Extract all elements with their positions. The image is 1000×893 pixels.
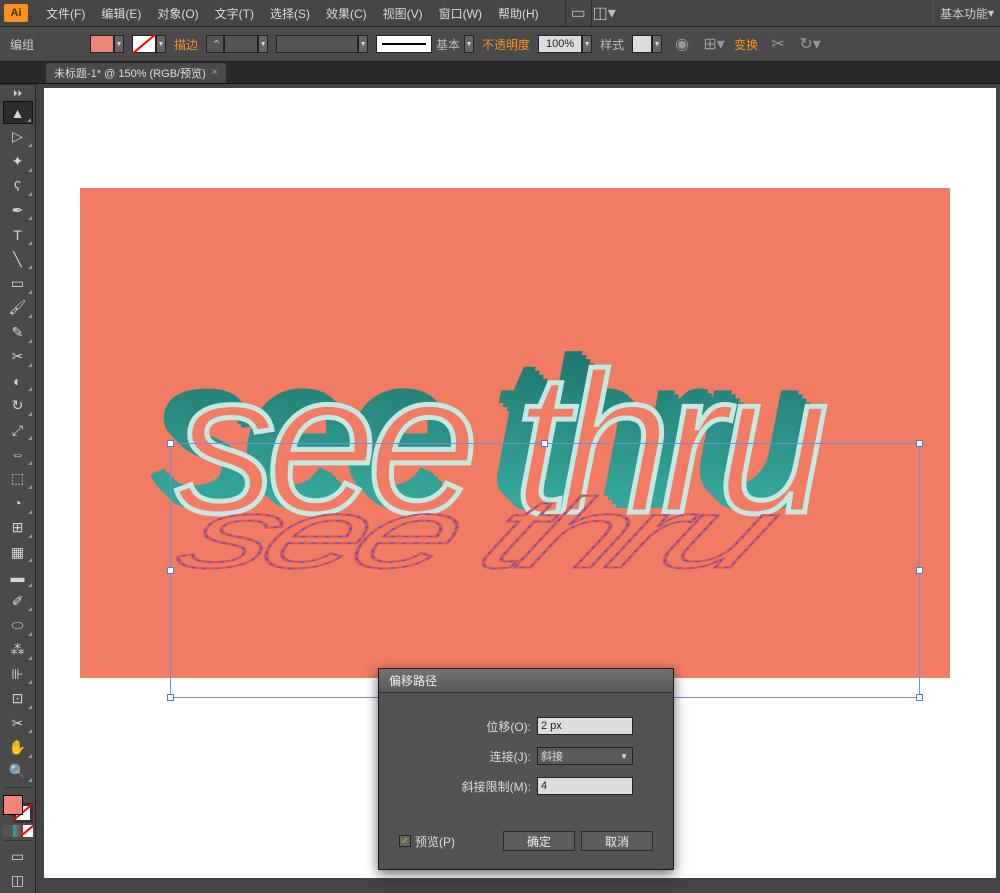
direct-selection-tool[interactable]: ▷ — [3, 126, 33, 148]
brush-preview[interactable] — [376, 35, 432, 53]
join-label: 连接(J): — [490, 748, 531, 765]
ok-button[interactable]: 确定 — [503, 831, 575, 851]
workspace-switcher[interactable]: 基本功能 ▾ — [933, 0, 1000, 26]
rectangle-tool[interactable]: ▭ — [3, 272, 33, 294]
menu-view[interactable]: 视图(V) — [375, 0, 431, 26]
magic-wand-tool[interactable]: ✦ — [3, 150, 33, 172]
tool-divider-2 — [4, 840, 32, 841]
artboard-tool[interactable]: ⊡ — [3, 687, 33, 709]
mesh-tool[interactable]: ▦ — [3, 541, 33, 563]
variable-width-profile[interactable] — [276, 35, 358, 53]
tool-palette: ⏵⏵ ▲ ▷ ✦ ʕ ✒ T ╲ ▭ 🖌 ✎ ✂ ◐ ↻ ⤢ ⇔ ⬚ ◔ ⊞ ▦… — [0, 85, 36, 893]
document-tab[interactable]: 未标题-1* @ 150% (RGB/预览) × — [46, 63, 226, 83]
menu-file[interactable]: 文件(F) — [38, 0, 93, 26]
scale-tool[interactable]: ⤢ — [3, 419, 33, 441]
isolate-icon[interactable]: ✂ — [766, 32, 790, 56]
paintbrush-tool[interactable]: 🖌 — [3, 297, 33, 319]
pen-tool[interactable]: ✒ — [3, 199, 33, 221]
arrange-icon[interactable]: ◫▾ — [591, 0, 617, 26]
menu-edit[interactable]: 编辑(E) — [93, 0, 149, 26]
align-icon[interactable]: ⊞▾ — [702, 32, 726, 56]
style-dropdown[interactable]: ▼ — [652, 35, 662, 53]
stroke-weight-dropdown[interactable]: ▼ — [258, 35, 268, 53]
menu-type[interactable]: 文字(T) — [207, 0, 262, 26]
fill-stroke-control[interactable] — [3, 795, 33, 823]
expand-tools-icon[interactable]: ⏵⏵ — [3, 88, 33, 99]
style-label: 样式 — [600, 36, 624, 53]
brush-dropdown[interactable]: ▼ — [464, 35, 474, 53]
symbol-sprayer-tool[interactable]: ⁂ — [3, 639, 33, 661]
eraser-tool[interactable]: ◐ — [3, 370, 33, 392]
slice-tool[interactable]: ✂ — [3, 712, 33, 734]
eyedropper-tool[interactable]: ✐ — [3, 590, 33, 612]
dialog-title: 偏移路径 — [379, 669, 673, 693]
app-logo: Ai — [4, 4, 28, 22]
menu-window[interactable]: 窗口(W) — [431, 0, 490, 26]
free-transform-tool[interactable]: ⬚ — [3, 468, 33, 490]
layout-icon[interactable]: ▭ — [565, 0, 591, 26]
offset-input[interactable] — [537, 717, 633, 735]
vwp-dropdown[interactable]: ▼ — [358, 35, 368, 53]
offset-label: 位移(O): — [486, 718, 531, 735]
brush-label: 基本 — [436, 36, 460, 53]
lasso-tool[interactable]: ʕ — [3, 175, 33, 197]
blend-tool[interactable]: ⬭ — [3, 614, 33, 636]
context-label: 编组 — [10, 36, 34, 53]
perspective-grid-tool[interactable]: ⊞ — [3, 517, 33, 539]
close-icon[interactable]: × — [212, 67, 218, 78]
fill-swatch[interactable] — [90, 35, 114, 53]
line-tool[interactable]: ╲ — [3, 248, 33, 270]
menu-select[interactable]: 选择(S) — [262, 0, 318, 26]
shape-builder-tool[interactable]: ◔ — [3, 492, 33, 514]
menu-help[interactable]: 帮助(H) — [490, 0, 547, 26]
selection-bounding-box[interactable] — [170, 443, 920, 698]
width-tool[interactable]: ⇔ — [3, 443, 33, 465]
screen-mode-normal[interactable]: ▭ — [3, 845, 33, 867]
join-select[interactable]: 斜接▼ — [537, 747, 633, 765]
menu-bar: Ai 文件(F) 编辑(E) 对象(O) 文字(T) 选择(S) 效果(C) 视… — [0, 0, 1000, 26]
zoom-tool[interactable]: 🔍 — [3, 761, 33, 783]
recolor-icon[interactable]: ◉ — [670, 32, 694, 56]
hand-tool[interactable]: ✋ — [3, 736, 33, 758]
offset-path-dialog: 偏移路径 位移(O): 连接(J): 斜接▼ 斜接限制(M): ✓ 预览(P) … — [378, 668, 674, 870]
control-bar: 编组 ▼ ▼ 描边 ⌃ ▼ ▼ 基本 ▼ 不透明度 100% ▼ 样式 ▼ ◉ … — [0, 26, 1000, 62]
menu-object[interactable]: 对象(O) — [149, 0, 206, 26]
cancel-button[interactable]: 取消 — [581, 831, 653, 851]
miter-input[interactable] — [537, 777, 633, 795]
fill-dropdown[interactable]: ▼ — [114, 35, 124, 53]
type-tool[interactable]: T — [3, 223, 33, 245]
stroke-label[interactable]: 描边 — [174, 36, 198, 53]
document-tab-title: 未标题-1* @ 150% (RGB/预览) — [54, 65, 206, 81]
rotate-tool[interactable]: ↻ — [3, 394, 33, 416]
extra-icon[interactable]: ↻▾ — [798, 32, 822, 56]
color-mode-toggle[interactable] — [3, 825, 33, 837]
stroke-weight-input[interactable]: ⌃ — [206, 35, 224, 53]
stroke-dropdown[interactable]: ▼ — [156, 35, 166, 53]
style-swatch[interactable] — [632, 35, 652, 53]
transform-label[interactable]: 变换 — [734, 36, 758, 53]
fill-color-icon[interactable] — [3, 795, 23, 815]
miter-label: 斜接限制(M): — [462, 778, 531, 795]
pencil-tool[interactable]: ✎ — [3, 321, 33, 343]
selection-tool[interactable]: ▲ — [3, 101, 33, 124]
preview-checkbox[interactable]: ✓ — [399, 835, 411, 847]
tool-divider — [4, 787, 32, 788]
opacity-dropdown[interactable]: ▼ — [582, 35, 592, 53]
gradient-tool[interactable]: ▬ — [3, 565, 33, 587]
stroke-swatch[interactable] — [132, 35, 156, 53]
opacity-value[interactable]: 100% — [538, 35, 582, 53]
column-graph-tool[interactable]: ⊪ — [3, 663, 33, 685]
screen-mode-full[interactable]: ◫ — [3, 870, 33, 892]
artboard[interactable]: see thru see thru see thru see thru see … — [80, 188, 950, 678]
opacity-label[interactable]: 不透明度 — [482, 36, 530, 53]
preview-label: 预览(P) — [415, 833, 497, 850]
document-tab-bar: 未标题-1* @ 150% (RGB/预览) × — [0, 62, 1000, 84]
stroke-weight-value[interactable] — [224, 35, 258, 53]
menu-effect[interactable]: 效果(C) — [318, 0, 375, 26]
blob-brush-tool[interactable]: ✂ — [3, 346, 33, 368]
